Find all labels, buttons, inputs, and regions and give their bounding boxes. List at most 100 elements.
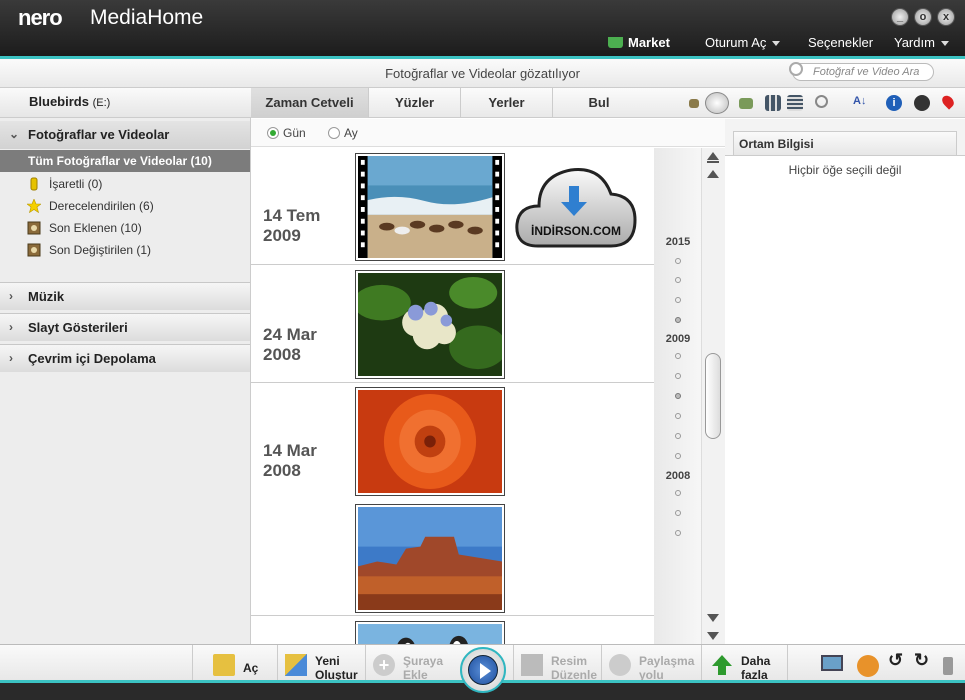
- timeline-dot[interactable]: [675, 373, 681, 379]
- login-menu[interactable]: Oturum Aç: [705, 35, 781, 50]
- divider: [787, 645, 788, 681]
- photo-thumbnail[interactable]: [355, 504, 505, 613]
- timeline-dot[interactable]: [675, 393, 681, 399]
- timeline-dot[interactable]: [675, 353, 681, 359]
- minimize-button[interactable]: _: [891, 8, 909, 26]
- tab-find[interactable]: Bul: [552, 88, 645, 118]
- trash-icon: [943, 657, 953, 675]
- scroll-up-icon[interactable]: [707, 170, 719, 178]
- sidebar-item-recently-modified[interactable]: Son Değiştirilen (1): [27, 243, 151, 257]
- view-tabs: Zaman Cetveli Yüzler Yerler Bul: [251, 88, 645, 118]
- section-slideshows[interactable]: › Slayt Gösterileri: [0, 313, 250, 341]
- sidebar-item-label: Derecelendirilen (6): [49, 199, 154, 213]
- market-menu[interactable]: Market: [608, 35, 670, 50]
- timeline-dot[interactable]: [675, 433, 681, 439]
- section-photos[interactable]: ⌄ Fotoğraflar ve Videolar: [0, 121, 250, 149]
- group-date-day: 24 Mar: [263, 325, 317, 344]
- zoom-slider[interactable]: [705, 92, 729, 114]
- scroll-top-icon[interactable]: [707, 152, 719, 160]
- sidebar-item-rated[interactable]: Derecelendirilen (6): [27, 199, 154, 213]
- timeline-group: 24 Mar 2008: [251, 265, 654, 383]
- share-label: Paylaşma yolu: [639, 654, 694, 682]
- desert-mesa-photo: [358, 507, 502, 610]
- sidebar-item-recently-added[interactable]: Son Eklenen (10): [27, 221, 142, 235]
- media-info-panel: Ortam Bilgisi Hiçbir öğe seçili değil: [725, 119, 965, 644]
- timeline-dot[interactable]: [675, 277, 681, 283]
- radio-day-label: Gün: [283, 126, 306, 140]
- radio-month-label: Ay: [344, 126, 358, 140]
- create-icon: [285, 654, 307, 676]
- zoom-icon[interactable]: [815, 95, 828, 108]
- edit-label-line1: Resim: [551, 654, 588, 668]
- timeline-dot[interactable]: [675, 530, 681, 536]
- sort-icon[interactable]: A↓: [853, 95, 873, 111]
- timeline-year[interactable]: 2008: [654, 470, 702, 482]
- radio-month[interactable]: Ay: [328, 126, 358, 140]
- radio-day[interactable]: Gün: [267, 126, 306, 140]
- hydrangea-photo: [353, 273, 507, 376]
- sidebar-item-all-media[interactable]: Tüm Fotoğraflar ve Videolar (10): [0, 150, 250, 172]
- scroll-thumb[interactable]: [705, 353, 721, 439]
- open-icon: [213, 654, 235, 676]
- scroll-bottom-icon[interactable]: [707, 632, 719, 640]
- divider: [192, 645, 193, 681]
- timeline-year[interactable]: 2009: [654, 333, 702, 345]
- timeline-dot[interactable]: [675, 510, 681, 516]
- tab-places[interactable]: Yerler: [460, 88, 552, 118]
- create-label-line1: Yeni: [315, 654, 340, 668]
- chevron-right-icon: ›: [9, 351, 13, 365]
- photo-thumbnail[interactable]: [355, 387, 505, 496]
- tab-media-info[interactable]: Ortam Bilgisi: [733, 131, 957, 156]
- download-cloud-watermark: İNDİRSON.COM: [513, 156, 639, 256]
- timeline-dot[interactable]: [675, 490, 681, 496]
- options-menu[interactable]: Seçenekler: [808, 35, 873, 50]
- photo-thumbnail[interactable]: [353, 270, 507, 379]
- section-online-storage[interactable]: › Çevrim içi Depolama: [0, 344, 250, 372]
- timeline-scrollbar[interactable]: [701, 148, 725, 644]
- photo-thumbnail[interactable]: [355, 621, 505, 644]
- help-menu[interactable]: Yardım: [894, 35, 949, 50]
- large-thumbnail-icon[interactable]: [739, 98, 753, 109]
- timeline-dot[interactable]: [675, 317, 681, 323]
- group-date-day: 14 Mar: [263, 441, 317, 460]
- timeline-dot[interactable]: [675, 413, 681, 419]
- timeline-dot[interactable]: [675, 258, 681, 264]
- list-view-icon[interactable]: [787, 95, 803, 111]
- play-button[interactable]: [460, 647, 506, 693]
- divider: [277, 645, 278, 681]
- scroll-down-icon[interactable]: [707, 614, 719, 622]
- no-selection-message: Hiçbir öğe seçili değil: [788, 163, 902, 177]
- location-pin-icon[interactable]: [939, 93, 957, 110]
- timeline-dot[interactable]: [675, 453, 681, 459]
- grid-view-icon[interactable]: [765, 95, 781, 111]
- user-share-icon[interactable]: [914, 95, 930, 111]
- group-date-year: 2008: [263, 461, 301, 480]
- sidebar-item-tagged[interactable]: İşaretli (0): [29, 177, 102, 191]
- group-date: 14 Mar 2008: [263, 441, 317, 481]
- search-input[interactable]: Fotoğraf ve Video Ara: [789, 62, 934, 81]
- timeline-year[interactable]: 2015: [654, 236, 702, 248]
- open-label: Aç: [243, 661, 259, 675]
- info-icon[interactable]: i: [886, 95, 902, 111]
- add-label-line1: Şuraya: [403, 654, 444, 668]
- device-label[interactable]: Bluebirds (E:): [0, 88, 251, 118]
- add-icon: +: [373, 654, 395, 676]
- stream-icon: [857, 655, 879, 677]
- market-label: Market: [628, 35, 670, 50]
- section-music[interactable]: › Müzik: [0, 282, 250, 310]
- group-date: 24 Mar 2008: [263, 325, 317, 365]
- small-thumbnail-icon[interactable]: [689, 99, 699, 108]
- chevron-down-icon: ⌄: [9, 127, 20, 141]
- edit-image-icon: [521, 654, 543, 676]
- tag-icon: [30, 177, 38, 191]
- video-thumbnail[interactable]: [355, 153, 505, 261]
- tv-icon: [821, 655, 843, 671]
- timeline-dot[interactable]: [675, 297, 681, 303]
- tab-faces[interactable]: Yüzler: [368, 88, 460, 118]
- tab-timeline[interactable]: Zaman Cetveli: [251, 88, 368, 118]
- recent-added-icon: [27, 221, 41, 235]
- timeline-navigator[interactable]: 2015 2009 2008: [654, 148, 702, 644]
- maximize-button[interactable]: o: [914, 8, 932, 26]
- close-button[interactable]: x: [937, 8, 955, 26]
- sidebar: Bluebirds (E:) ⌄ Fotoğraflar ve Videolar …: [0, 88, 251, 644]
